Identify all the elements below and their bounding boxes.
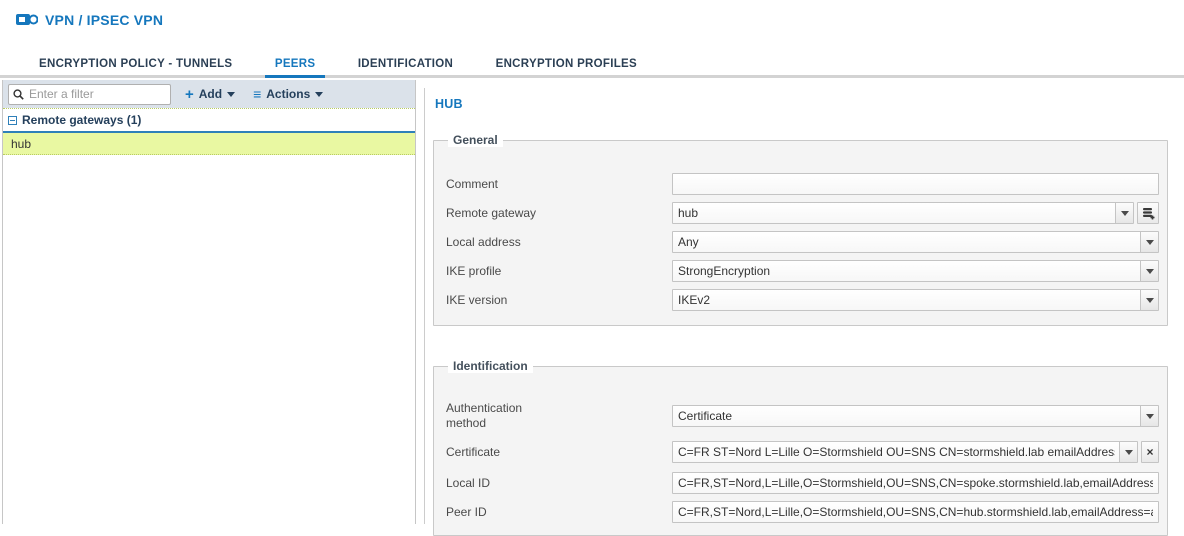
remote-gateway-input[interactable] <box>672 202 1134 224</box>
remote-gateway-row: Remote gateway <box>444 202 1159 224</box>
peer-detail-panel: HUB General Comment Remote gateway hub L… <box>433 88 1168 536</box>
certificate-label: Certificate <box>446 444 501 459</box>
comment-input[interactable] <box>672 173 1159 195</box>
add-object-button[interactable] <box>1137 202 1159 224</box>
object-stack-plus-icon <box>1142 207 1155 220</box>
plus-icon: + <box>185 85 194 103</box>
certificate-combo <box>672 441 1138 463</box>
caret-down-icon <box>1124 449 1133 455</box>
certificate-row: Certificate × <box>444 441 1159 463</box>
caret-down-icon <box>1145 268 1154 274</box>
add-button-label: Add <box>198 87 223 101</box>
filter-input[interactable] <box>27 86 166 102</box>
tree-group-remote-gateways[interactable]: Remote gateways (1) <box>3 109 415 133</box>
ike-version-dropdown-button[interactable] <box>1140 290 1158 310</box>
peer-title: HUB <box>435 97 463 111</box>
peers-toolbar: + Add ≡ Actions <box>3 80 415 108</box>
local-address-row: Local address <box>444 231 1159 253</box>
general-legend: General <box>448 133 503 147</box>
gateway-tree: Remote gateways (1) hub <box>3 108 415 155</box>
ike-version-label: IKE version <box>446 292 508 307</box>
ike-version-row: IKE version <box>444 289 1159 311</box>
collapse-icon[interactable] <box>8 115 17 125</box>
peer-id-row: Peer ID <box>444 501 1159 523</box>
certificate-clear-button[interactable]: × <box>1141 441 1159 463</box>
peer-id-input[interactable] <box>672 501 1159 523</box>
tab-bar: ENCRYPTION POLICY - TUNNELS PEERS IDENTI… <box>0 52 1184 78</box>
menu-icon: ≡ <box>253 86 262 102</box>
local-id-input[interactable] <box>672 472 1159 494</box>
remote-gateway-dropdown-button[interactable] <box>1115 203 1133 223</box>
local-address-input[interactable] <box>672 231 1159 253</box>
ike-version-input[interactable] <box>672 289 1159 311</box>
chevron-down-icon <box>315 91 324 97</box>
local-id-row: Local ID <box>444 472 1159 494</box>
close-icon: × <box>1146 445 1154 459</box>
general-section: General Comment Remote gateway hub Local… <box>433 133 1168 326</box>
search-icon <box>13 88 24 100</box>
peer-id-label: Peer ID <box>446 504 487 519</box>
tree-item-hub[interactable]: hub <box>3 133 415 155</box>
ike-profile-label: IKE profile <box>446 263 502 278</box>
caret-down-icon <box>1120 210 1129 216</box>
tree-group-label: Remote gateways (1) <box>22 113 142 127</box>
identification-section: Identification Authentication method Cer… <box>433 359 1168 536</box>
tab-encryption-policy-tunnels[interactable]: ENCRYPTION POLICY - TUNNELS <box>29 52 242 78</box>
auth-method-label: Authentication method <box>446 401 523 430</box>
ike-profile-input[interactable] <box>672 260 1159 282</box>
auth-method-dropdown-button[interactable] <box>1140 406 1158 426</box>
local-address-combo <box>672 231 1159 253</box>
vpn-module-icon <box>16 13 38 27</box>
identification-legend: Identification <box>448 359 533 373</box>
ike-profile-dropdown-button[interactable] <box>1140 261 1158 281</box>
tab-peers[interactable]: PEERS <box>264 52 326 78</box>
certificate-input[interactable] <box>672 441 1138 463</box>
chevron-down-icon <box>227 91 236 97</box>
ike-profile-combo <box>672 260 1159 282</box>
page-title: VPN / IPSEC VPN <box>45 12 164 28</box>
actions-button[interactable]: ≡ Actions <box>249 85 327 103</box>
local-address-dropdown-button[interactable] <box>1140 232 1158 252</box>
comment-row: Comment <box>444 173 1159 195</box>
panel-divider <box>424 88 425 524</box>
local-address-label: Local address <box>446 234 521 249</box>
caret-down-icon <box>1145 413 1154 419</box>
actions-button-label: Actions <box>266 87 311 101</box>
caret-down-icon <box>1145 297 1154 303</box>
filter-box <box>8 83 171 105</box>
local-id-label: Local ID <box>446 475 491 490</box>
add-button[interactable]: + Add <box>181 85 239 104</box>
comment-label: Comment <box>446 176 499 191</box>
tab-identification[interactable]: IDENTIFICATION <box>348 52 463 78</box>
ike-version-combo <box>672 289 1159 311</box>
remote-gateway-label: Remote gateway <box>446 205 537 220</box>
caret-down-icon <box>1145 239 1154 245</box>
page-header: VPN / IPSEC VPN <box>16 12 163 28</box>
auth-method-row: Authentication method <box>444 399 1159 433</box>
auth-method-input[interactable] <box>672 405 1159 427</box>
ike-profile-row: IKE profile <box>444 260 1159 282</box>
peers-list-panel: + Add ≡ Actions Remote gateways (1) hub <box>2 80 416 524</box>
remote-gateway-combo <box>672 202 1134 224</box>
auth-method-combo <box>672 405 1159 427</box>
tab-encryption-profiles[interactable]: ENCRYPTION PROFILES <box>486 52 647 78</box>
certificate-dropdown-button[interactable] <box>1119 442 1137 462</box>
